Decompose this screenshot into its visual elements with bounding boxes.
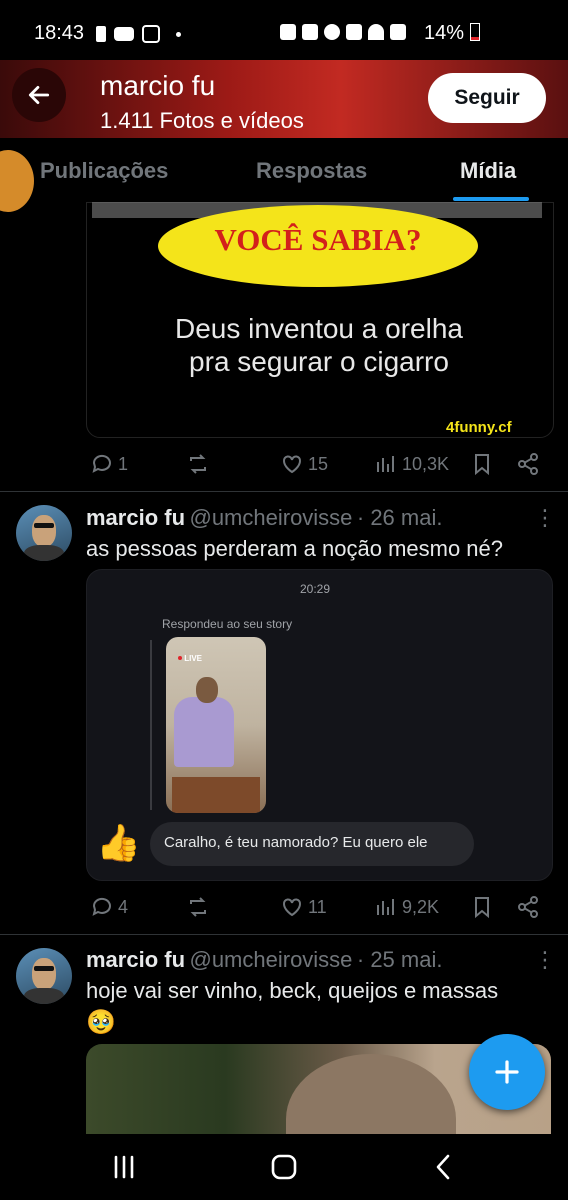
views-button[interactable]: 9,2K [374,895,439,919]
system-nav-bar [0,1134,568,1200]
reply-button[interactable]: 1 [90,452,128,476]
plus-icon [495,1060,519,1084]
like-button[interactable]: 11 [280,895,327,919]
home-icon[interactable] [270,1154,298,1180]
reply-button[interactable]: 4 [90,895,128,919]
bookmark-button[interactable] [470,895,494,919]
analytics-icon [377,899,394,915]
post-header: marcio fu @umcheirovisse · 26 mai. [86,505,442,531]
status-bar: 18:43 14% [0,0,568,60]
repost-icon [190,897,206,917]
tab-publicacoes[interactable]: Publicações [40,158,168,184]
divider [0,491,568,492]
back-button[interactable] [12,68,66,122]
share-icon [518,453,538,475]
avatar[interactable] [16,505,72,561]
compose-button[interactable] [469,1034,545,1110]
youtube-icon [114,27,134,41]
recent-apps-icon[interactable] [110,1154,138,1180]
back-nav-icon[interactable] [430,1154,458,1180]
active-tab-indicator [453,197,529,201]
divider [0,934,568,935]
alert-icon [96,26,106,42]
repost-button[interactable] [186,452,210,476]
bookmark-button[interactable] [470,452,494,476]
dot-icon [176,31,181,37]
repost-button[interactable] [186,895,210,919]
author-handle[interactable]: @umcheirovisse [189,505,352,530]
avatar[interactable] [16,948,72,1004]
image-watermark: 4funny.cf [446,419,512,436]
wifi-icon [368,24,384,40]
bookmark-icon [475,897,489,919]
bookmark-icon [475,454,489,476]
image-caption: Deus inventou a orelha pra segurar o cig… [175,313,463,377]
reply-icon [92,897,111,916]
message-text: Caralho, é teu namorado? Eu quero ele [164,834,428,851]
notification-icons [96,25,181,43]
post-text: hoje vai ser vinho, beck, queijos e mass… [86,978,499,1003]
alarm-icon [324,24,340,40]
views-button[interactable]: 10,3K [374,452,449,476]
author-name[interactable]: marcio fu [86,947,185,972]
profile-name: marcio fu [100,70,216,101]
author-name[interactable]: marcio fu [86,505,185,530]
more-icon[interactable]: ⋮ [534,947,556,973]
mute-icon [346,24,362,40]
tab-respostas[interactable]: Respostas [256,158,367,184]
reply-icon [92,454,111,473]
share-icon [518,896,538,918]
nfc-icon [302,24,318,40]
like-button[interactable]: 15 [280,452,328,476]
post-text: as pessoas perderam a noção mesmo né? [86,536,504,561]
author-handle[interactable]: @umcheirovisse [189,947,352,972]
reply-bar [150,640,152,810]
story-thumbnail[interactable] [166,637,266,813]
live-badge: LIVE [178,654,202,663]
thumbs-up-icon: 👍 [96,822,141,863]
airplane-icon [390,24,406,40]
more-icon[interactable]: ⋮ [534,505,556,531]
post-date: · 26 mai. [356,505,443,530]
image-title: VOCÊ SABIA? [214,222,422,257]
post-header: marcio fu @umcheirovisse · 25 mai. [86,947,442,973]
lock-icon [280,24,296,40]
media-count: 1.411 Fotos e vídeos [100,108,304,133]
card-time: 20:29 [300,582,331,596]
card-reply-label: Respondeu ao seu story [162,617,293,631]
heart-icon [283,898,301,917]
heart-icon [283,455,301,474]
emoji: 🥹 [86,1009,116,1036]
share-button[interactable] [516,895,540,919]
post-date: · 25 mai. [356,947,443,972]
status-time: 18:43 [34,22,85,44]
analytics-icon [377,456,394,472]
tab-midia[interactable]: Mídia [460,158,516,184]
battery-percent: 14% [424,22,480,45]
repost-icon [190,454,206,474]
system-icons [280,24,406,40]
share-button[interactable] [516,452,540,476]
arrow-left-icon [28,86,50,104]
follow-button[interactable]: Seguir [428,73,546,123]
battery-icon [469,23,480,41]
instagram-icon [142,25,160,43]
